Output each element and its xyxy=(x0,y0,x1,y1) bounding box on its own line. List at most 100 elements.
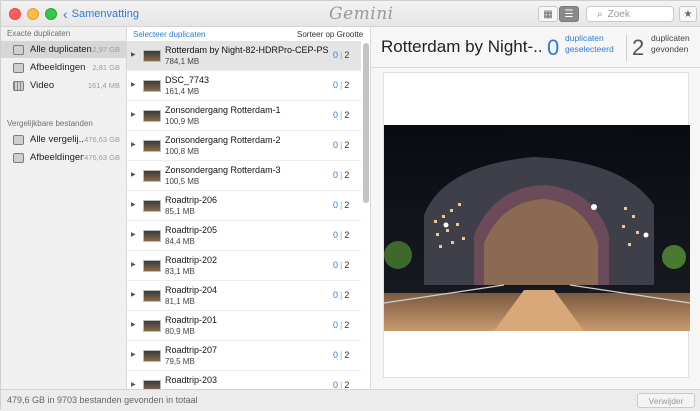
selected-count: 0 xyxy=(333,320,339,330)
file-name: Rotterdam by Night-82-HDRPro-CEP-PS xyxy=(165,45,329,55)
list-item[interactable]: ▶ Roadtrip-206 85,1 MB 0 | 2 xyxy=(127,191,361,221)
count-separator: | xyxy=(340,140,343,150)
disclosure-triangle-icon[interactable]: ▶ xyxy=(131,381,136,388)
disclosure-triangle-icon[interactable]: ▶ xyxy=(131,231,136,238)
disclosure-triangle-icon[interactable]: ▶ xyxy=(131,141,136,148)
favorite-button[interactable]: ★ xyxy=(679,6,697,22)
sidebar-item-all-similar[interactable]: Alle vergelij... 476,63 GB xyxy=(1,131,126,148)
duplicate-count: 0 | 2 xyxy=(333,170,349,180)
file-name: Roadtrip-206 xyxy=(165,195,218,205)
search-input[interactable]: ⌕ Zoek xyxy=(586,6,674,22)
sidebar-item-label: Afbeeldingen xyxy=(30,152,85,163)
sidebar-item-all-duplicates[interactable]: Alle duplicaten 2,97 GB xyxy=(1,41,126,58)
disclosure-triangle-icon[interactable]: ▶ xyxy=(131,51,136,58)
duplicate-count: 0 | 2 xyxy=(333,260,349,270)
duplicates-icon xyxy=(13,134,24,145)
list-item[interactable]: ▶ Roadtrip-203 0 | 2 xyxy=(127,371,361,389)
file-name: Zonsondergang Rotterdam-3 xyxy=(165,165,281,175)
disclosure-triangle-icon[interactable]: ▶ xyxy=(131,351,136,358)
back-label: Samenvatting xyxy=(71,8,139,20)
file-name: Roadtrip-205 xyxy=(165,225,218,235)
close-window-button[interactable] xyxy=(9,8,21,20)
detail-separator xyxy=(371,67,700,68)
list-item[interactable]: ▶ Roadtrip-201 80,9 MB 0 | 2 xyxy=(127,311,361,341)
list-item[interactable]: ▶ Roadtrip-205 84,4 MB 0 | 2 xyxy=(127,221,361,251)
sidebar-item-similar-images[interactable]: Afbeeldingen 476,63 GB xyxy=(1,149,126,166)
select-duplicates-button[interactable]: Selecteer duplicaten xyxy=(133,30,206,39)
titlebar: ‹ Samenvatting Gemini ▦ ☰ ⌕ Zoek ★ xyxy=(1,1,700,27)
list-item[interactable]: ▶ Roadtrip-202 83,1 MB 0 | 2 xyxy=(127,251,361,281)
list-view-button[interactable]: ☰ xyxy=(559,6,579,22)
found-count-label: duplicaten gevonden xyxy=(651,33,699,55)
list-scrollbar[interactable] xyxy=(363,43,369,203)
file-size: 100,5 MB xyxy=(165,177,200,186)
status-bar: 479,6 GB in 9703 bestanden gevonden in t… xyxy=(1,389,700,411)
thumbnail-image xyxy=(143,140,161,152)
duplicate-count: 0 | 2 xyxy=(333,80,349,90)
file-name: Roadtrip-203 xyxy=(165,375,218,385)
disclosure-triangle-icon[interactable]: ▶ xyxy=(131,171,136,178)
count-separator: | xyxy=(340,260,343,270)
list-item[interactable]: ▶ Zonsondergang Rotterdam-3 100,5 MB 0 | 2 xyxy=(127,161,361,191)
minimize-window-button[interactable] xyxy=(27,8,39,20)
delete-button[interactable]: Verwijder xyxy=(637,393,695,408)
total-count: 2 xyxy=(344,350,350,360)
file-name: Zonsondergang Rotterdam-2 xyxy=(165,135,281,145)
zoom-window-button[interactable] xyxy=(45,8,57,20)
disclosure-triangle-icon[interactable]: ▶ xyxy=(131,321,136,328)
disclosure-triangle-icon[interactable]: ▶ xyxy=(131,111,136,118)
sidebar-item-images[interactable]: Afbeeldingen 2,81 GB xyxy=(1,59,126,76)
list-item[interactable]: ▶ Roadtrip-204 81,1 MB 0 | 2 xyxy=(127,281,361,311)
total-count: 2 xyxy=(344,260,350,270)
file-name: Roadtrip-207 xyxy=(165,345,218,355)
back-button[interactable]: ‹ Samenvatting xyxy=(63,5,139,23)
selected-count: 0 xyxy=(333,170,339,180)
selected-count: 0 xyxy=(333,140,339,150)
sidebar-item-video[interactable]: Video 161,4 MB xyxy=(1,77,126,94)
disclosure-triangle-icon[interactable]: ▶ xyxy=(131,201,136,208)
file-size: 100,9 MB xyxy=(165,117,200,126)
total-count: 2 xyxy=(344,290,350,300)
thumbnail-image xyxy=(143,290,161,302)
disclosure-triangle-icon[interactable]: ▶ xyxy=(131,291,136,298)
thumbnail-image xyxy=(143,80,161,92)
list-item[interactable]: ▶ Zonsondergang Rotterdam-1 100,9 MB 0 | 2 xyxy=(127,101,361,131)
sort-dropdown[interactable]: Sorteer op Grootte xyxy=(297,30,363,39)
selected-count: 0 xyxy=(333,80,339,90)
preview-image xyxy=(384,125,690,331)
selected-count: 0 xyxy=(333,200,339,210)
selected-count: 0 xyxy=(547,35,560,60)
chevron-left-icon: ‹ xyxy=(63,6,68,22)
list-item[interactable]: ▶ Rotterdam by Night-82-HDRPro-CEP-PS 784,… xyxy=(127,41,361,71)
total-count: 2 xyxy=(344,320,350,330)
total-count: 2 xyxy=(344,140,350,150)
duplicate-count: 0 | 2 xyxy=(333,350,349,360)
image-icon xyxy=(13,62,24,73)
thumbnail-image xyxy=(143,230,161,242)
count-separator: | xyxy=(340,80,343,90)
status-text: 479,6 GB in 9703 bestanden gevonden in t… xyxy=(7,395,198,405)
selected-label-line2: geselecteerd xyxy=(565,44,614,54)
file-size: 83,1 MB xyxy=(165,267,195,276)
search-icon: ⌕ xyxy=(597,8,603,20)
grid-view-button[interactable]: ▦ xyxy=(538,6,558,22)
total-count: 2 xyxy=(344,170,350,180)
selected-count: 0 xyxy=(333,350,339,360)
list-item[interactable]: ▶ Roadtrip-207 79,5 MB 0 | 2 xyxy=(127,341,361,371)
app-logo: Gemini xyxy=(329,4,394,24)
found-count: 2 xyxy=(632,35,645,60)
thumbnail-image xyxy=(143,200,161,212)
disclosure-triangle-icon[interactable]: ▶ xyxy=(131,81,136,88)
total-count: 2 xyxy=(344,380,350,389)
list-item[interactable]: ▶ Zonsondergang Rotterdam-2 100,8 MB 0 | 2 xyxy=(127,131,361,161)
sidebar-item-size: 161,4 MB xyxy=(87,81,120,90)
disclosure-triangle-icon[interactable]: ▶ xyxy=(131,261,136,268)
search-placeholder: Zoek xyxy=(607,8,630,20)
found-label-line2: gevonden xyxy=(651,44,689,54)
count-separator: | xyxy=(340,290,343,300)
list-item[interactable]: ▶ DSC_7743 161,4 MB 0 | 2 xyxy=(127,71,361,101)
duplicate-count: 0 | 2 xyxy=(333,200,349,210)
count-separator: | xyxy=(340,320,343,330)
count-separator: | xyxy=(340,50,343,60)
list-header: Selecteer duplicaten Sorteer op Grootte xyxy=(127,27,370,41)
